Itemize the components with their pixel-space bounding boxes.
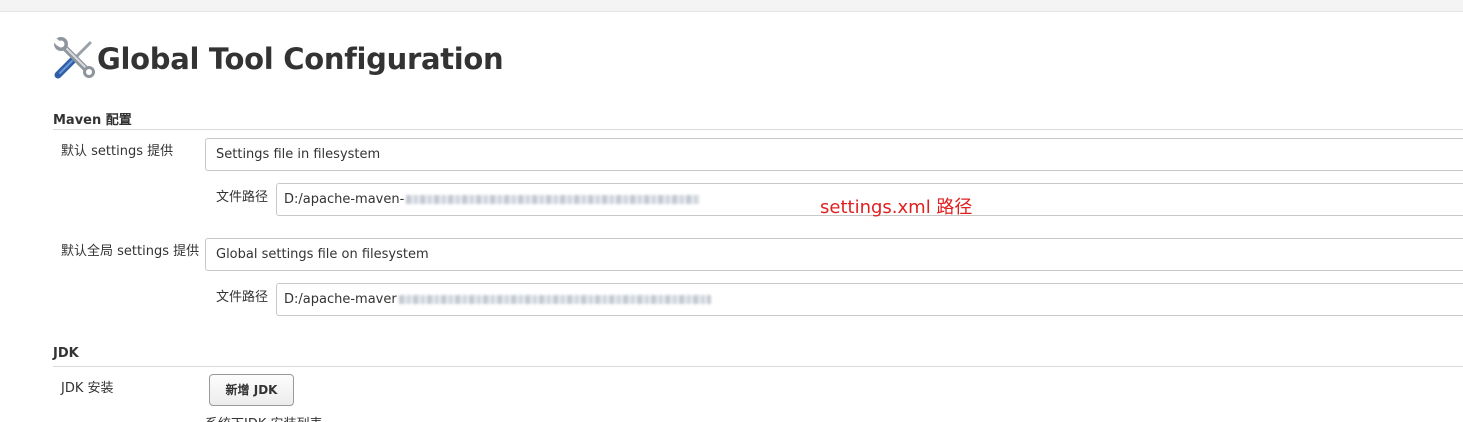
add-jdk-button[interactable]: 新增 JDK	[209, 374, 294, 406]
redacted-path-blur	[406, 195, 701, 204]
default-global-settings-select[interactable]: Global settings file on filesystem	[205, 238, 1463, 271]
page-title: Global Tool Configuration	[97, 42, 504, 76]
jdk-install-label: JDK 安装	[61, 381, 114, 396]
global-settings-path-label: 文件路径	[216, 290, 269, 305]
default-settings-label: 默认 settings 提供	[61, 144, 174, 159]
global-settings-path-input[interactable]: D:/apache-maver	[276, 283, 1463, 316]
default-settings-select[interactable]: Settings file in filesystem	[205, 138, 1463, 171]
tools-icon	[52, 37, 96, 81]
default-global-settings-label: 默认全局 settings 提供	[61, 244, 200, 259]
jdk-section-divider	[53, 366, 1463, 367]
settings-xml-annotation: settings.xml 路径	[820, 197, 973, 218]
page-header: Global Tool Configuration	[52, 36, 504, 82]
top-bar	[0, 0, 1463, 12]
settings-path-label: 文件路径	[216, 190, 269, 205]
maven-section-title: Maven 配置	[53, 113, 132, 128]
maven-section-divider	[53, 129, 1463, 130]
jdk-section-title: JDK	[53, 346, 79, 361]
redacted-path-blur	[398, 295, 711, 304]
settings-path-value: D:/apache-maven-	[284, 192, 405, 207]
global-settings-path-value: D:/apache-maver	[284, 292, 397, 307]
jdk-list-hint: 系统下JDK 安装列表	[205, 413, 323, 422]
